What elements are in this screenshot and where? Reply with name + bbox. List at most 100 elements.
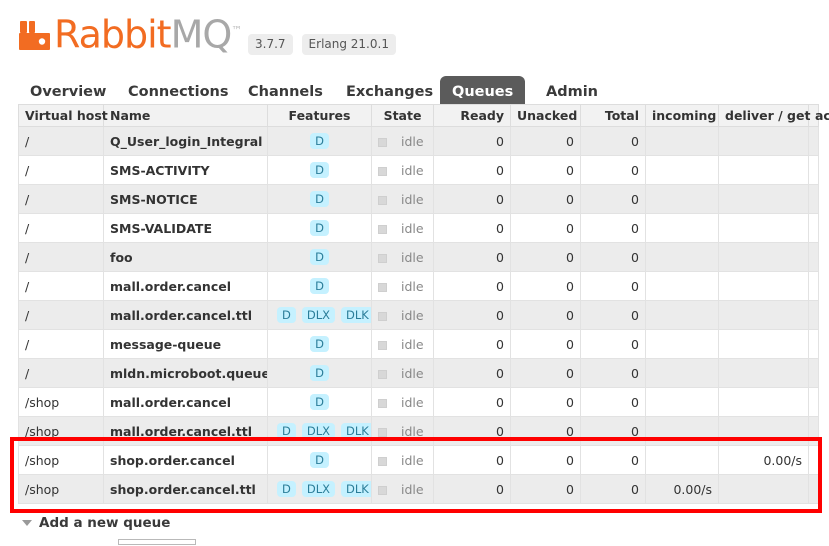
table-row[interactable]: / Q_User_login_Integral Didle 0 0 0	[18, 126, 819, 156]
state-label: idle	[401, 162, 424, 178]
cell-total: 0	[580, 300, 646, 330]
cell-state: idle	[371, 358, 434, 388]
column-header-incoming[interactable]: incoming	[645, 104, 719, 127]
cell-queue-name[interactable]: mall.order.cancel	[103, 387, 268, 417]
cell-incoming	[645, 213, 719, 243]
cell-virtual-host: /	[18, 329, 104, 359]
state-label: idle	[401, 452, 424, 468]
state-label: idle	[401, 423, 424, 439]
column-header-deliver-get[interactable]: deliver / get	[718, 104, 810, 127]
queue-name-input[interactable]	[118, 539, 196, 545]
feature-badge-d: D	[310, 191, 329, 207]
logo-trademark: ™	[231, 24, 242, 37]
cell-virtual-host: /	[18, 358, 104, 388]
table-row[interactable]: / SMS-NOTICE Didle 0 0 0	[18, 184, 819, 214]
add-new-queue-section[interactable]: Add a new queue	[22, 515, 170, 531]
column-header-unacked[interactable]: Unacked	[510, 104, 581, 127]
table-row[interactable]: / message-queue Didle 0 0 0	[18, 329, 819, 359]
rabbit-logo-icon	[18, 18, 52, 52]
cell-total: 0	[580, 242, 646, 272]
cell-queue-name[interactable]: SMS-ACTIVITY	[103, 155, 268, 185]
cell-state: idle	[371, 445, 434, 475]
table-row[interactable]: / SMS-VALIDATE Didle 0 0 0	[18, 213, 819, 243]
cell-virtual-host: /	[18, 300, 104, 330]
cell-queue-name[interactable]: mall.order.cancel.ttl	[103, 300, 268, 330]
cell-total: 0	[580, 387, 646, 417]
cell-state: idle	[371, 387, 434, 417]
table-row[interactable]: /shop shop.order.cancel.ttl D DLX DLK idle 0 0 0…	[18, 474, 819, 504]
feature-badge-dlx: DLX	[301, 307, 335, 323]
cell-ack	[808, 474, 819, 504]
cell-features: D	[267, 387, 372, 417]
cell-unacked: 0	[510, 242, 581, 272]
table-row[interactable]: / mall.order.cancel Didle 0 0 0	[18, 271, 819, 301]
cell-total: 0	[580, 155, 646, 185]
cell-incoming	[645, 300, 719, 330]
table-row[interactable]: /shop mall.order.cancel Didle 0 0 0	[18, 387, 819, 417]
cell-queue-name[interactable]: SMS-VALIDATE	[103, 213, 268, 243]
cell-incoming: 0.00/s	[645, 474, 719, 504]
column-header-features[interactable]: Features	[267, 104, 372, 127]
state-indicator-icon	[378, 166, 387, 176]
column-header-name[interactable]: Name	[103, 104, 268, 127]
table-row[interactable]: /shop mall.order.cancel.ttl D DLX DLK idle 0 0 0	[18, 416, 819, 446]
table-row[interactable]: / SMS-ACTIVITY Didle 0 0 0	[18, 155, 819, 185]
cell-queue-name[interactable]: mall.order.cancel	[103, 271, 268, 301]
cell-queue-name[interactable]: shop.order.cancel	[103, 445, 268, 475]
cell-queue-name[interactable]: mall.order.cancel.ttl	[103, 416, 268, 446]
cell-incoming	[645, 155, 719, 185]
cell-queue-name[interactable]: message-queue	[103, 329, 268, 359]
table-row[interactable]: / mall.order.cancel.ttl D DLX DLK idle 0 0 0	[18, 300, 819, 330]
table-row[interactable]: /shop shop.order.cancel Didle 0 0 0 0.00/s	[18, 445, 819, 475]
cell-ready: 0	[433, 242, 511, 272]
column-header-ready[interactable]: Ready	[433, 104, 511, 127]
column-header-virtual-host[interactable]: Virtual host	[18, 104, 108, 127]
cell-deliver-get	[718, 329, 809, 359]
cell-total: 0	[580, 126, 646, 156]
cell-unacked: 0	[510, 155, 581, 185]
cell-unacked: 0	[510, 358, 581, 388]
cell-ack	[808, 155, 819, 185]
feature-badge-d: D	[310, 278, 329, 294]
page-header: RabbitMQ™ 3.7.7 Erlang 21.0.1	[0, 0, 829, 72]
cell-queue-name[interactable]: Q_User_login_Integral	[103, 126, 268, 156]
cell-virtual-host: /shop	[18, 445, 104, 475]
state-indicator-icon	[378, 456, 387, 466]
cell-state: idle	[371, 184, 434, 214]
cell-ack	[808, 387, 819, 417]
cell-ready: 0	[433, 387, 511, 417]
cell-unacked: 0	[510, 271, 581, 301]
table-row[interactable]: / mldn.microboot.queue Didle 0 0 0	[18, 358, 819, 388]
table-row[interactable]: / foo Didle 0 0 0	[18, 242, 819, 272]
table-header-row: Virtual host Name Features State Ready Unacke…	[18, 104, 829, 127]
state-label: idle	[401, 133, 424, 149]
cell-queue-name[interactable]: mldn.microboot.queue	[103, 358, 268, 388]
feature-badge-d: D	[310, 336, 329, 352]
cell-ack	[808, 213, 819, 243]
cell-ready: 0	[433, 184, 511, 214]
column-header-total[interactable]: Total	[580, 104, 646, 127]
cell-deliver-get	[718, 271, 809, 301]
column-header-state[interactable]: State	[371, 104, 434, 127]
cell-ack	[808, 184, 819, 214]
cell-total: 0	[580, 213, 646, 243]
cell-virtual-host: /shop	[18, 387, 104, 417]
cell-state: idle	[371, 271, 434, 301]
version-badges: 3.7.7 Erlang 21.0.1	[248, 34, 396, 55]
cell-deliver-get	[718, 126, 809, 156]
rabbitmq-logo[interactable]: RabbitMQ™	[18, 14, 242, 54]
cell-ready: 0	[433, 300, 511, 330]
cell-ready: 0	[433, 358, 511, 388]
cell-incoming	[645, 358, 719, 388]
cell-unacked: 0	[510, 300, 581, 330]
cell-queue-name[interactable]: shop.order.cancel.ttl	[103, 474, 268, 504]
state-indicator-icon	[378, 398, 387, 408]
cell-queue-name[interactable]: foo	[103, 242, 268, 272]
cell-ready: 0	[433, 445, 511, 475]
logo-text-rabbit: Rabbit	[54, 12, 172, 57]
cell-queue-name[interactable]: SMS-NOTICE	[103, 184, 268, 214]
cell-unacked: 0	[510, 387, 581, 417]
cell-features: D	[267, 155, 372, 185]
cell-features: D	[267, 242, 372, 272]
rabbitmq-version-badge: 3.7.7	[248, 34, 293, 55]
